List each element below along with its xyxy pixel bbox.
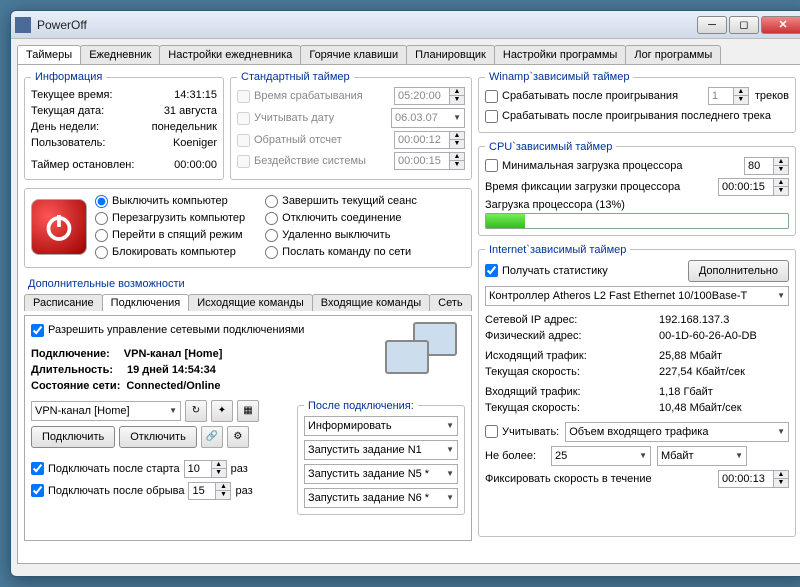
disconnect-button[interactable]: Отключить xyxy=(119,426,197,448)
idle-checkbox[interactable]: Бездействие системы xyxy=(237,153,366,169)
winamp-group: Winamp`зависимый таймер Срабатывать посл… xyxy=(478,71,796,133)
actions-group: Выключить компьютер Перезагрузить компью… xyxy=(24,188,472,268)
inet-stats-checkbox[interactable]: Получать статистику xyxy=(485,263,608,279)
app-icon xyxy=(15,17,31,33)
action-logoff[interactable]: Завершить текущий сеанс xyxy=(265,193,417,210)
trigger-time-input[interactable] xyxy=(394,87,450,105)
action-lock[interactable]: Блокировать компьютер xyxy=(95,244,245,261)
after-connect-group: После подключения: Информировать▼ Запуст… xyxy=(297,400,465,515)
app-window: PowerOff ─ ◻ ✕ Таймеры Ежедневник Настро… xyxy=(10,10,800,577)
cpu-group: CPU`зависимый таймер Минимальная загрузк… xyxy=(478,141,796,236)
idle-input[interactable] xyxy=(394,152,450,170)
subtab-out-cmd[interactable]: Исходящие команды xyxy=(188,294,313,311)
tool-refresh-icon[interactable]: ↻ xyxy=(185,400,207,422)
cpu-progress xyxy=(485,213,789,229)
tab-diary-settings[interactable]: Настройки ежедневника xyxy=(159,45,301,64)
main-tabs: Таймеры Ежедневник Настройки ежедневника… xyxy=(11,39,800,64)
spin-up-icon[interactable]: ▲ xyxy=(450,88,464,96)
connect-button[interactable]: Подключить xyxy=(31,426,115,448)
after-break-value[interactable] xyxy=(188,482,216,500)
info-legend: Информация xyxy=(31,71,106,83)
action-shutdown[interactable]: Выключить компьютер xyxy=(95,193,245,210)
maximize-button[interactable]: ◻ xyxy=(729,16,759,34)
action-sleep[interactable]: Перейти в спящий режим xyxy=(95,227,245,244)
after-task1-select[interactable]: Запустить задание N1▼ xyxy=(304,440,458,460)
cpu-min-checkbox[interactable]: Минимальная загрузка процессора xyxy=(485,158,682,174)
std-timer-group: Стандартный таймер Время срабатывания ▲▼… xyxy=(230,71,472,180)
tab-prog-settings[interactable]: Настройки программы xyxy=(494,45,626,64)
after-task6-select[interactable]: Запустить задание N6 *▼ xyxy=(304,488,458,508)
inet-group: Internet`зависимый таймер Получать стати… xyxy=(478,244,796,538)
date-picker[interactable]: 06.03.07▼ xyxy=(391,108,465,128)
network-pc-icon xyxy=(375,322,465,392)
more-button[interactable]: Дополнительно xyxy=(688,260,789,282)
after-start-checkbox[interactable]: Подключать после старта xyxy=(31,461,180,477)
subtab-connections[interactable]: Подключения xyxy=(102,294,190,311)
account-checkbox[interactable]: Учитывать: xyxy=(485,424,559,440)
tool-link-icon[interactable]: 🔗 xyxy=(201,426,223,448)
winamp-after-play-checkbox[interactable]: Срабатывать после проигрывания xyxy=(485,88,678,104)
after-inform-select[interactable]: Информировать▼ xyxy=(304,416,458,436)
inet-fix-input[interactable] xyxy=(718,470,774,488)
subtab-in-cmd[interactable]: Входящие команды xyxy=(312,294,430,311)
tab-log[interactable]: Лог программы xyxy=(625,45,721,64)
tool-settings-icon[interactable]: ⚙ xyxy=(227,426,249,448)
spin-down-icon[interactable]: ▼ xyxy=(450,96,464,104)
minimize-button[interactable]: ─ xyxy=(697,16,727,34)
std-legend: Стандартный таймер xyxy=(237,71,354,83)
window-title: PowerOff xyxy=(37,18,697,32)
cpu-fix-input[interactable] xyxy=(718,178,774,196)
countdown-checkbox[interactable]: Обратный отсчет xyxy=(237,132,342,148)
countdown-input[interactable] xyxy=(394,131,450,149)
unit-select[interactable]: Мбайт▼ xyxy=(657,446,747,466)
tab-scheduler[interactable]: Планировщик xyxy=(406,45,495,64)
adapter-select[interactable]: Контроллер Atheros L2 Fast Ethernet 10/1… xyxy=(485,286,789,306)
winamp-after-last-checkbox[interactable]: Срабатывать после проигрывания последнег… xyxy=(485,108,771,124)
trigger-checkbox[interactable]: Время срабатывания xyxy=(237,88,363,104)
tab-timers[interactable]: Таймеры xyxy=(17,45,81,64)
action-remote-off[interactable]: Удаленно выключить xyxy=(265,227,417,244)
after-break-checkbox[interactable]: Подключать после обрыва xyxy=(31,483,184,499)
allow-net-checkbox[interactable]: Разрешить управление сетевыми подключени… xyxy=(31,322,304,338)
action-net-cmd[interactable]: Послать команду по сети xyxy=(265,244,417,261)
cpu-min-input[interactable] xyxy=(744,157,774,175)
metric-select[interactable]: Объем входящего трафика▼ xyxy=(565,422,789,442)
after-start-value[interactable] xyxy=(184,460,212,478)
action-reboot[interactable]: Перезагрузить компьютер xyxy=(95,210,245,227)
extra-label: Дополнительные возможности xyxy=(28,278,472,290)
action-disconnect[interactable]: Отключить соединение xyxy=(265,210,417,227)
subtab-schedule[interactable]: Расписание xyxy=(24,294,103,311)
after-task5-select[interactable]: Запустить задание N5 *▼ xyxy=(304,464,458,484)
info-group: Информация Текущее время:14:31:15 Текуща… xyxy=(24,71,224,180)
tool-grid-icon[interactable]: ▦ xyxy=(237,400,259,422)
poweroff-icon xyxy=(31,199,87,255)
sub-tabs: Расписание Подключения Исходящие команды… xyxy=(24,294,472,311)
connection-select[interactable]: VPN-канал [Home]▼ xyxy=(31,401,181,421)
tool-new-icon[interactable]: ✦ xyxy=(211,400,233,422)
titlebar: PowerOff ─ ◻ ✕ xyxy=(11,11,800,39)
close-button[interactable]: ✕ xyxy=(761,16,800,34)
tracks-input[interactable] xyxy=(708,87,734,105)
tab-diary[interactable]: Ежедневник xyxy=(80,45,160,64)
tab-hotkeys[interactable]: Горячие клавиши xyxy=(300,45,407,64)
subtab-net[interactable]: Сеть xyxy=(429,294,471,311)
limit-select[interactable]: 25▼ xyxy=(551,446,651,466)
date-checkbox[interactable]: Учитывать дату xyxy=(237,110,334,126)
